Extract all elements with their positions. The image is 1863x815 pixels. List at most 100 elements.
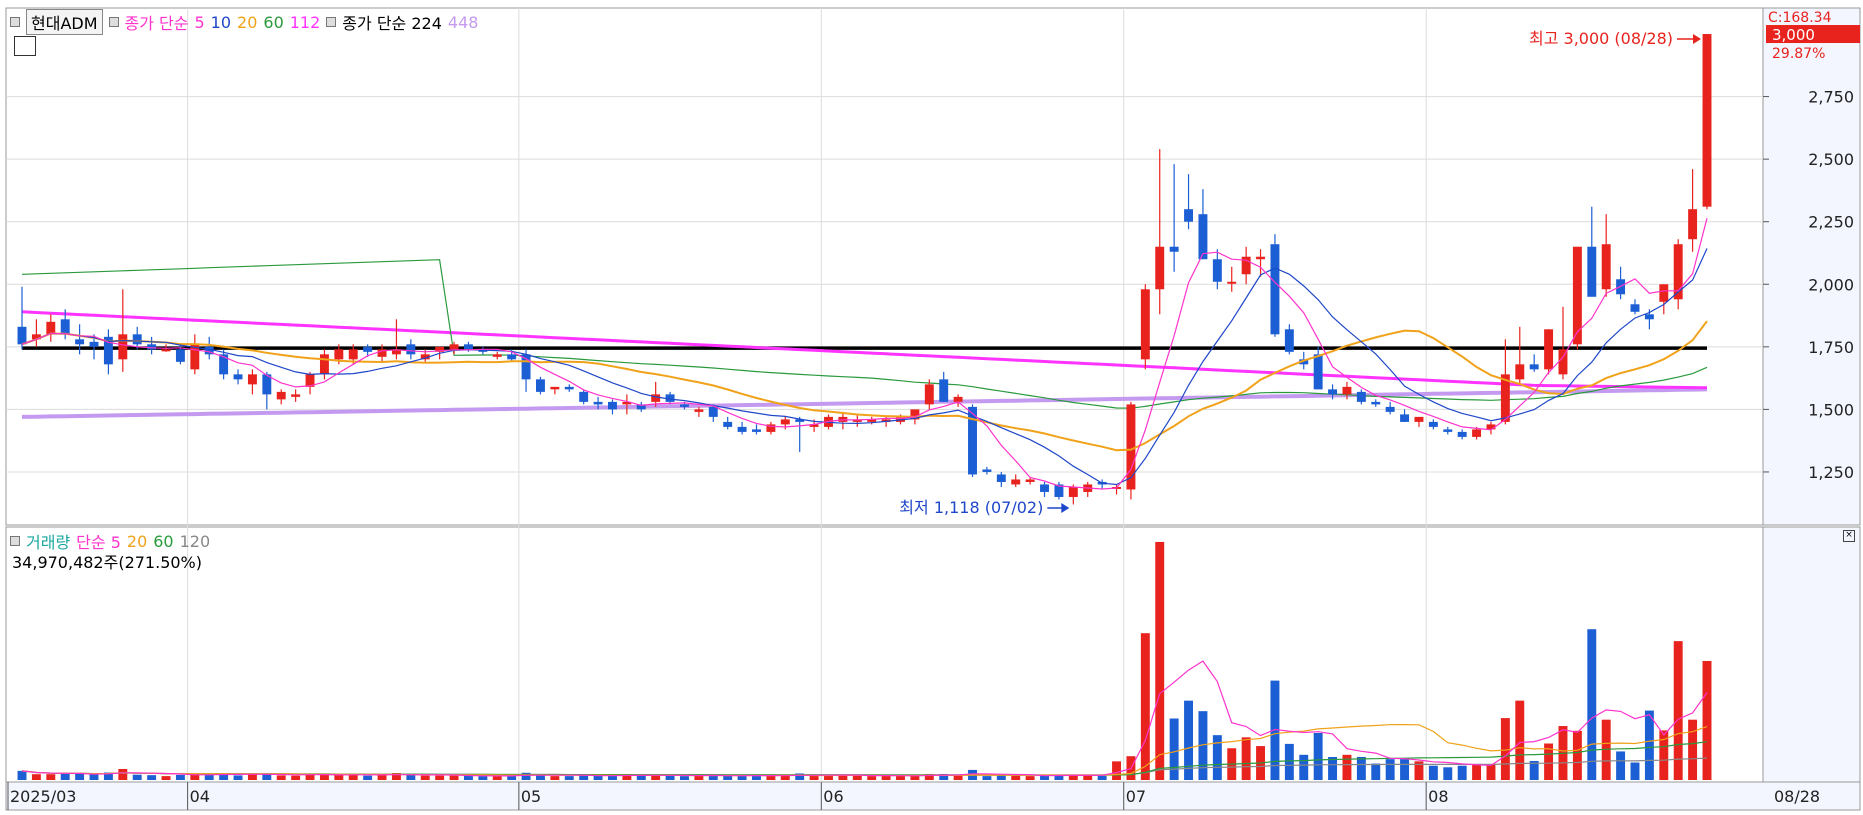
legend-box-icon[interactable] — [10, 17, 20, 27]
stock-chart[interactable]: 1,2501,5001,7502,0002,2502,5002,75010,00… — [0, 0, 1863, 815]
volume-bar — [1313, 732, 1323, 780]
volume-bar — [17, 770, 27, 780]
volume-bar — [1011, 775, 1021, 780]
volume-bar — [1702, 660, 1712, 780]
volume-bar — [348, 774, 358, 780]
volume-bar — [89, 774, 99, 780]
candle-body — [1443, 429, 1453, 432]
volume-bar — [46, 774, 56, 780]
change-percent-label: 29.87% — [1772, 46, 1825, 62]
candle-body — [953, 396, 963, 402]
volume-bar — [1299, 754, 1309, 780]
candle-body — [564, 386, 574, 390]
volume-bar — [435, 775, 445, 780]
volume-bar — [996, 775, 1006, 780]
ma60-period: 60 — [263, 12, 284, 32]
volume-bar — [521, 772, 531, 780]
candle-body — [1342, 386, 1352, 395]
candle-body — [579, 391, 589, 402]
candle-body — [1544, 329, 1554, 370]
candle-body — [737, 426, 747, 432]
candle-body — [1198, 214, 1208, 260]
date-label: 2025/03 — [10, 787, 76, 806]
candle-body — [982, 469, 992, 472]
legend-box-icon[interactable] — [10, 536, 20, 546]
candle-body — [1630, 304, 1640, 312]
volume-bar — [852, 775, 862, 780]
volume-bar — [867, 776, 877, 780]
volume-bar — [1572, 730, 1582, 780]
volume-bar — [449, 775, 459, 780]
date-label: 04 — [190, 787, 210, 806]
volume-axis-area — [1762, 526, 1861, 783]
volume-bar — [809, 775, 819, 780]
volume-bar — [161, 776, 171, 780]
candle-body — [680, 404, 689, 407]
candle-body — [118, 334, 128, 360]
ma10-period: 10 — [210, 12, 232, 32]
candle-body — [60, 319, 70, 335]
candle-body — [708, 406, 718, 417]
volume-bar — [1284, 743, 1294, 780]
candle-body — [939, 379, 949, 402]
volume-bar — [377, 775, 387, 780]
stock-name[interactable]: 현대ADM — [26, 9, 103, 35]
volume-bar — [550, 776, 560, 780]
volume-bar — [1400, 759, 1410, 780]
candle-body — [75, 339, 85, 345]
volume-bar — [247, 774, 257, 780]
candle-body — [1025, 479, 1035, 482]
candle-body — [1212, 259, 1222, 282]
volume-bar — [1688, 719, 1698, 780]
volume-bar — [60, 773, 70, 780]
legend-box-icon[interactable] — [108, 17, 119, 27]
candle-body — [1169, 246, 1179, 252]
candle-body — [1040, 484, 1049, 492]
grid-toggle-icon[interactable] — [14, 36, 36, 56]
candle-body — [924, 384, 934, 405]
volume-bar — [1155, 541, 1165, 780]
volume-summary-text: 34,970,482주(271.50%) — [12, 553, 203, 572]
candle-body — [1515, 364, 1525, 380]
candle-body — [1472, 429, 1482, 437]
close-icon[interactable]: × — [1843, 530, 1855, 542]
candle-body — [550, 386, 560, 390]
ma448-period: 448 — [447, 12, 479, 32]
volume-bar — [636, 775, 646, 780]
candle-body — [1313, 354, 1323, 390]
volume-bar — [291, 775, 301, 780]
price-axis-area — [1762, 7, 1861, 526]
candle-body — [1558, 349, 1568, 375]
candle-body — [752, 429, 761, 432]
volume-bar — [478, 776, 488, 780]
candle-body — [1227, 281, 1237, 284]
volume-bar — [953, 775, 963, 780]
candle-body — [694, 409, 704, 412]
volume-bar — [1443, 767, 1453, 780]
volume-summary: 34,970,482주(271.50%) — [12, 549, 202, 573]
date-label: 08 — [1428, 787, 1448, 806]
candle-body — [521, 354, 531, 380]
candle-body — [651, 394, 661, 402]
candle-body — [1356, 391, 1366, 402]
volume-bar — [1169, 718, 1179, 780]
candle-body — [348, 349, 358, 360]
high-annotation: 최고 3,000 (08/28) — [1529, 29, 1673, 48]
volume-bar — [1328, 756, 1338, 780]
volume-bar — [1371, 763, 1381, 780]
volume-bar — [118, 768, 128, 780]
volume-bar — [896, 775, 905, 780]
ma5-period: 5 — [194, 12, 205, 32]
volume-panel-frame — [5, 526, 1764, 783]
date-label: 07 — [1126, 787, 1146, 806]
volume-bar — [535, 775, 545, 780]
volume-bar — [1241, 737, 1251, 780]
candle-body — [1284, 329, 1294, 352]
low-annotation: 최저 1,118 (07/02) — [899, 498, 1043, 517]
candle-body — [1688, 209, 1698, 240]
candle-body — [492, 354, 502, 357]
candle-body — [1155, 246, 1165, 290]
date-axis-area — [5, 781, 1861, 811]
legend-box-icon[interactable] — [326, 17, 337, 27]
candle-body — [247, 374, 257, 385]
